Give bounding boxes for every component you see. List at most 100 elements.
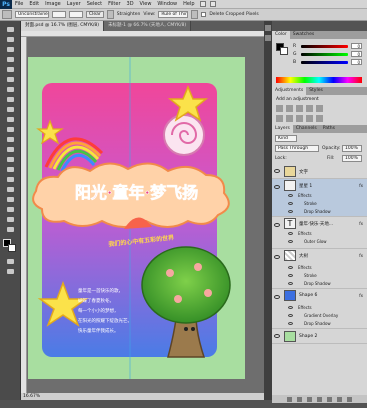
fx-badge[interactable]: fx <box>359 253 363 258</box>
menu-select[interactable]: Select <box>84 1 105 7</box>
tab-cover-psd[interactable]: 封面.psd @ 16.7% (图层, CMYK/8) <box>21 21 105 31</box>
type-tool-icon[interactable] <box>5 175 16 183</box>
curves-icon[interactable] <box>296 105 303 112</box>
screen-mode-icon[interactable] <box>5 267 16 275</box>
shape-tool-icon[interactable] <box>5 195 16 203</box>
bg-color-chip[interactable] <box>280 47 288 55</box>
blue-slider[interactable]: B 0 <box>290 58 365 66</box>
delete-cropped-checkbox[interactable] <box>201 12 207 17</box>
visibility-eye-icon[interactable] <box>274 169 280 173</box>
3d-tool-icon[interactable] <box>5 205 16 213</box>
effect-eye-icon[interactable] <box>288 210 293 213</box>
layer-name[interactable]: 星星 1 <box>299 183 312 189</box>
add-style-icon[interactable] <box>297 396 302 402</box>
vibrance-icon[interactable] <box>316 105 323 112</box>
straighten-icon[interactable] <box>106 10 114 19</box>
photo-filter-icon[interactable] <box>306 115 313 122</box>
effect-eye-icon[interactable] <box>288 202 293 205</box>
add-mask-icon[interactable] <box>307 396 312 402</box>
effect-item[interactable]: Outer Glow <box>304 239 327 244</box>
tab-color[interactable]: Color <box>272 31 290 39</box>
move-tool-icon[interactable] <box>5 25 16 33</box>
quick-mask-icon[interactable] <box>5 257 16 265</box>
blend-mode-select[interactable]: Pass Through <box>275 145 319 152</box>
layer-row[interactable]: 大树 fx Effects Stroke Drop Shadow <box>272 249 367 289</box>
menu-layer[interactable]: Layer <box>64 1 84 7</box>
properties-panel-icon[interactable] <box>265 35 271 41</box>
green-slider[interactable]: G 0 <box>290 50 365 58</box>
zoom-level[interactable]: 16.67% <box>23 394 40 399</box>
crop-tool-icon[interactable] <box>5 65 16 73</box>
visibility-eye-icon[interactable] <box>274 334 280 338</box>
menu-view[interactable]: View <box>137 1 155 7</box>
effect-eye-icon[interactable] <box>288 266 293 269</box>
menu-image[interactable]: Image <box>42 1 64 7</box>
tab-styles[interactable]: Styles <box>306 87 326 95</box>
brush-tool-icon[interactable] <box>5 95 16 103</box>
tab-layers[interactable]: Layers <box>272 125 293 133</box>
menu-window[interactable]: Window <box>154 1 180 7</box>
new-adjustment-icon[interactable] <box>317 396 322 402</box>
red-value[interactable]: 0 <box>351 43 362 49</box>
zoom-tool-icon[interactable] <box>5 225 16 233</box>
gradient-tool-icon[interactable] <box>5 135 16 143</box>
layer-row[interactable]: Shape 2 <box>272 329 367 344</box>
visibility-eye-icon[interactable] <box>274 223 280 227</box>
opacity-input[interactable]: 100% <box>342 145 362 152</box>
blue-value[interactable]: 0 <box>351 59 362 65</box>
visibility-eye-icon[interactable] <box>274 255 280 259</box>
fill-input[interactable]: 100% <box>342 155 362 162</box>
new-layer-icon[interactable] <box>337 396 342 402</box>
eyedropper-tool-icon[interactable] <box>5 75 16 83</box>
effect-item[interactable]: Stroke <box>304 201 317 206</box>
gear-icon[interactable] <box>191 10 199 19</box>
fx-badge[interactable]: fx <box>359 221 363 226</box>
layer-row[interactable]: Shape 6 fx Effects Gradient Overlay Drop… <box>272 289 367 329</box>
bridge-icon[interactable] <box>199 1 206 7</box>
layer-name[interactable]: Shape 6 <box>299 293 317 298</box>
layer-name[interactable]: 童年·快乐·天地... <box>299 221 333 227</box>
effect-eye-icon[interactable] <box>288 240 293 243</box>
menu-edit[interactable]: Edit <box>26 1 42 7</box>
history-panel-icon[interactable] <box>265 25 271 31</box>
clone-stamp-tool-icon[interactable] <box>5 105 16 113</box>
tab-untitled-1[interactable]: 未标题-1 @ 66.7% (天地人, CMYK/8) <box>104 21 192 31</box>
menu-help[interactable]: Help <box>180 1 197 7</box>
width-input[interactable] <box>52 11 66 18</box>
new-group-icon[interactable] <box>327 396 332 402</box>
clear-button[interactable]: Clear <box>86 11 104 18</box>
layer-kind-filter[interactable]: Kind <box>275 135 297 142</box>
effect-eye-icon[interactable] <box>288 274 293 277</box>
dodge-tool-icon[interactable] <box>5 155 16 163</box>
visibility-eye-icon[interactable] <box>274 185 280 189</box>
effect-eye-icon[interactable] <box>288 306 293 309</box>
effect-eye-icon[interactable] <box>288 322 293 325</box>
layer-name[interactable]: Shape 2 <box>299 334 317 339</box>
crop-tool-preset-icon[interactable] <box>2 10 12 19</box>
effect-item[interactable]: Drop Shadow <box>304 281 331 286</box>
effect-eye-icon[interactable] <box>288 314 293 317</box>
effect-item[interactable]: Gradient Overlay <box>304 313 338 318</box>
menu-file[interactable]: File <box>12 1 26 7</box>
healing-tool-icon[interactable] <box>5 85 16 93</box>
tab-swatches[interactable]: Swatches <box>290 31 318 39</box>
layer-name[interactable]: 大树 <box>299 253 308 259</box>
vertical-ruler[interactable] <box>21 37 27 393</box>
height-input[interactable] <box>69 11 83 18</box>
eraser-tool-icon[interactable] <box>5 125 16 133</box>
blur-tool-icon[interactable] <box>5 145 16 153</box>
hand-tool-icon[interactable] <box>5 215 16 223</box>
color-balance-icon[interactable] <box>286 115 293 122</box>
effect-item[interactable]: Stroke <box>304 273 317 278</box>
straighten-label[interactable]: Straighten <box>117 12 141 17</box>
effect-eye-icon[interactable] <box>288 232 293 235</box>
marquee-tool-icon[interactable] <box>5 35 16 43</box>
red-slider[interactable]: R 0 <box>290 42 365 50</box>
link-layers-icon[interactable] <box>287 396 292 402</box>
black-white-icon[interactable] <box>296 115 303 122</box>
brightness-icon[interactable] <box>276 105 283 112</box>
color-ramp[interactable] <box>276 77 362 83</box>
layer-row[interactable]: T 童年·快乐·天地... fx Effects Outer Glow <box>272 217 367 249</box>
horizontal-ruler[interactable] <box>21 31 264 37</box>
trash-icon[interactable] <box>347 396 352 402</box>
